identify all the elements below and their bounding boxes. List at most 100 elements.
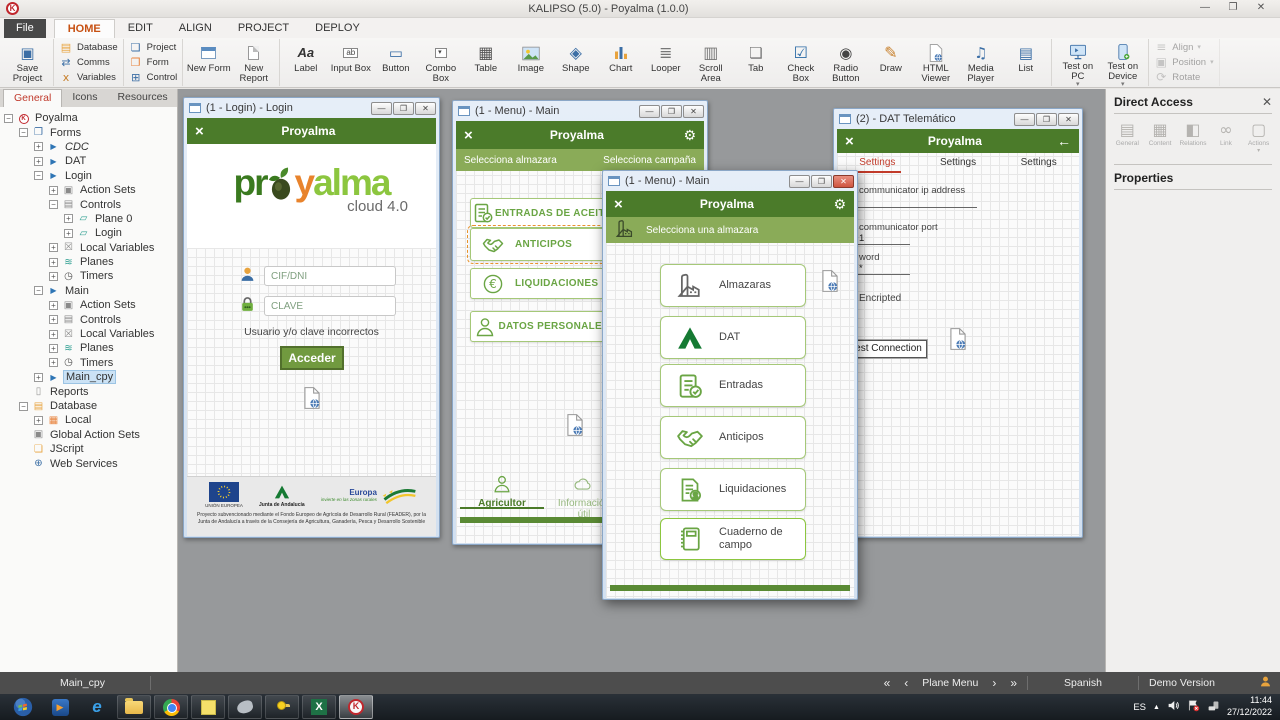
plus-expander[interactable]: +	[34, 416, 43, 425]
save-project-button[interactable]: ▣Save Project	[5, 40, 50, 85]
plus-expander[interactable]: +	[49, 315, 58, 324]
tree-item-plane-0[interactable]: +▱Plane 0	[4, 212, 177, 226]
login-window-titlebar[interactable]: (1 - Login) - Login — ❐ ✕	[187, 98, 436, 118]
project-button[interactable]: ❏Project	[127, 41, 180, 55]
speaker-icon[interactable]	[1167, 699, 1180, 715]
popup-button-cuaderno-de-campo[interactable]: Cuaderno de campo	[660, 518, 806, 560]
dat-window-titlebar[interactable]: (2) - DAT Telemático — ❐ ✕	[837, 109, 1079, 129]
ribbon-tab-home[interactable]: HOME	[54, 19, 115, 38]
clock[interactable]: 11:44 27/12/2022	[1227, 695, 1272, 718]
control-button[interactable]: ⊞Control	[127, 71, 180, 85]
sidebar-tab-general[interactable]: General	[3, 89, 62, 107]
ribbon-tab-align[interactable]: ALIGN	[166, 19, 225, 38]
taskbar-media-player-app[interactable]: ▶	[43, 695, 77, 719]
minimize-button[interactable]: —	[639, 105, 660, 118]
tree-item-web-services[interactable]: ⊕Web Services	[4, 456, 177, 470]
plus-expander[interactable]: +	[49, 258, 58, 267]
popup-button-dat[interactable]: DAT	[660, 316, 806, 359]
field-value-1[interactable]: 1	[859, 233, 864, 244]
popup-button-liquidaciones[interactable]: $Liquidaciones	[660, 468, 806, 511]
plus-expander[interactable]: +	[34, 373, 43, 382]
tree-item-poyalma[interactable]: −KPoyalma	[4, 111, 177, 125]
close-button[interactable]: ✕	[833, 175, 854, 188]
tree-item-cdc[interactable]: +▶CDC	[4, 140, 177, 154]
tree-item-local-variables[interactable]: +☒Local Variables	[4, 327, 177, 341]
plus-expander[interactable]: +	[49, 344, 58, 353]
looper-button[interactable]: ≣Looper	[643, 40, 688, 85]
scroll-area-button[interactable]: ▥Scroll Area	[688, 40, 733, 85]
maximize-button[interactable]: ❐	[661, 105, 682, 118]
next-plane-button[interactable]: ›	[992, 676, 996, 690]
taskbar-internet-explorer[interactable]: e	[80, 695, 114, 719]
input-box-button[interactable]: abInput Box	[328, 40, 373, 85]
taskbar-sticky-notes[interactable]	[191, 695, 225, 719]
clave-input[interactable]	[264, 296, 396, 316]
file-tab[interactable]: File	[4, 19, 46, 38]
back-arrow-icon[interactable]: ←	[1056, 133, 1071, 149]
taskbar-messenger-bird[interactable]	[228, 695, 262, 719]
minus-expander[interactable]: −	[34, 286, 43, 295]
tree-item-main[interactable]: −▶Main	[4, 284, 177, 298]
settings-tab-2[interactable]: Settings	[918, 157, 999, 168]
minus-expander[interactable]: −	[49, 200, 58, 209]
popup-button-almazaras[interactable]: Almazaras	[660, 264, 806, 307]
variables-button[interactable]: xVariables	[57, 71, 120, 85]
plus-expander[interactable]: +	[49, 186, 58, 195]
new-report-button[interactable]: New Report	[231, 40, 276, 85]
encripted-label[interactable]: Encripted	[859, 293, 901, 304]
selecciona-campana-label[interactable]: Selecciona campaña	[603, 155, 696, 166]
new-form-button[interactable]: New Form	[186, 40, 231, 85]
bottom-tab-agricultor[interactable]: Agricultor	[470, 473, 534, 509]
tree-item-dat[interactable]: +▶DAT	[4, 154, 177, 168]
chart-button[interactable]: Chart	[598, 40, 643, 85]
list-button[interactable]: ▤List	[1003, 40, 1048, 85]
minimize-button[interactable]: —	[1192, 2, 1218, 15]
gear-icon[interactable]: ⚙	[681, 127, 696, 144]
tree-item-planes[interactable]: +≋Planes	[4, 341, 177, 355]
plus-expander[interactable]: +	[49, 272, 58, 281]
last-plane-button[interactable]: »	[1010, 676, 1017, 690]
plus-expander[interactable]: +	[49, 358, 58, 367]
tree-item-action-sets[interactable]: +▣Action Sets	[4, 183, 177, 197]
minimize-button[interactable]: —	[1014, 113, 1035, 126]
popup-window-titlebar[interactable]: (1 - Menu) - Main — ❐ ✕	[606, 171, 854, 191]
login-designer-window[interactable]: (1 - Login) - Login — ❐ ✕ × Proyalma	[183, 97, 440, 538]
ribbon-tab-edit[interactable]: EDIT	[115, 19, 166, 38]
settings-tab-1[interactable]: Settings	[837, 157, 918, 168]
image-button[interactable]: Image	[508, 40, 553, 85]
first-plane-button[interactable]: «	[884, 676, 891, 690]
menu-button-anticipos[interactable]: ANTICIPOS	[470, 228, 610, 261]
close-button[interactable]: ✕	[683, 105, 704, 118]
menu-window-titlebar[interactable]: (1 - Menu) - Main — ❐ ✕	[456, 101, 704, 121]
close-icon[interactable]: ×	[195, 123, 204, 140]
settings-tab-3[interactable]: Settings	[998, 157, 1079, 168]
menu-button-entradas-de-aceituna[interactable]: ENTRADAS DE ACEITUNA	[470, 198, 610, 228]
ribbon-tab-project[interactable]: PROJECT	[225, 19, 302, 38]
sidebar-tab-icons[interactable]: Icons	[62, 89, 107, 107]
tree-item-main_cpy[interactable]: +▶Main_cpy	[4, 370, 177, 384]
taskbar-chrome[interactable]	[154, 695, 188, 719]
table-button[interactable]: ▦Table	[463, 40, 508, 85]
close-icon[interactable]: ×	[845, 133, 854, 150]
media-player-button[interactable]: ♫Media Player	[958, 40, 1003, 85]
plus-expander[interactable]: +	[34, 157, 43, 166]
menu-popup-window[interactable]: (1 - Menu) - Main — ❐ ✕ × Proyalma ⚙	[602, 170, 858, 600]
dat-designer-window[interactable]: (2) - DAT Telemático — ❐ ✕ × Proyalma ← …	[833, 108, 1083, 538]
tree-item-login[interactable]: −▶Login	[4, 169, 177, 183]
tree-item-login[interactable]: +▱Login	[4, 226, 177, 240]
gear-icon[interactable]: ⚙	[831, 196, 846, 213]
tree-item-timers[interactable]: +◷Timers	[4, 269, 177, 283]
radio-button-button[interactable]: ◉Radio Button	[823, 40, 868, 85]
field-value-2[interactable]: *	[859, 263, 863, 274]
plus-expander[interactable]: +	[34, 142, 43, 151]
draw-button[interactable]: ✎Draw	[868, 40, 913, 85]
maximize-button[interactable]: ❐	[393, 102, 414, 115]
tree-item-database[interactable]: −▤Database	[4, 399, 177, 413]
plus-expander[interactable]: +	[49, 330, 58, 339]
tree-item-forms[interactable]: −❐Forms	[4, 125, 177, 139]
close-button[interactable]: ✕	[1248, 2, 1274, 15]
cif-dni-input[interactable]	[264, 266, 396, 286]
close-icon[interactable]: ×	[464, 127, 473, 144]
action-center-flag-icon[interactable]	[1187, 699, 1200, 715]
tree-item-controls[interactable]: +▤Controls	[4, 312, 177, 326]
